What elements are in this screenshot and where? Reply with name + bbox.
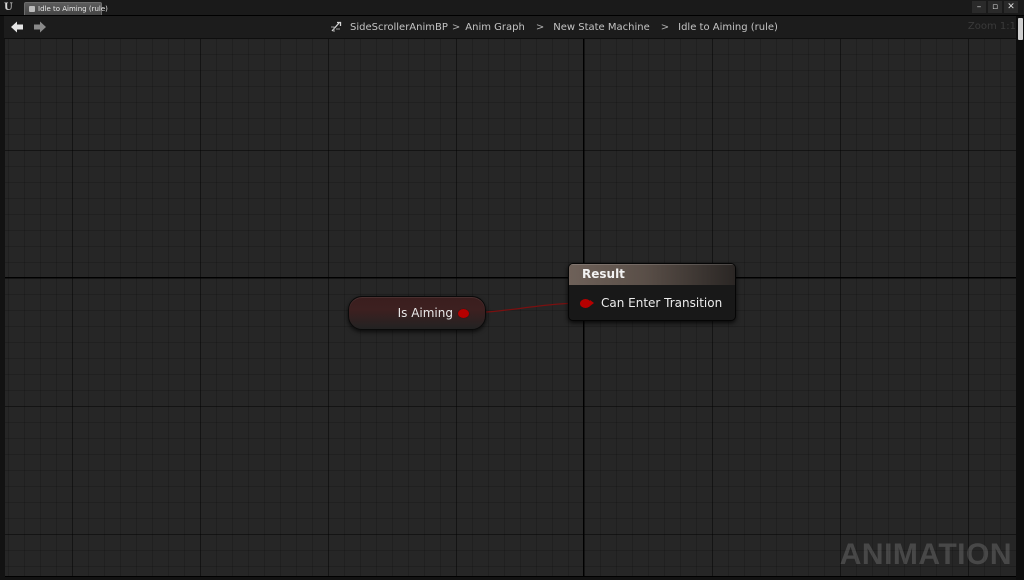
maximize-button[interactable]: ▫: [988, 1, 1002, 13]
graph-navigation-bar: SideScrollerAnimBP > Anim Graph > New St…: [4, 16, 1016, 39]
boolean-output-pin[interactable]: [458, 309, 469, 318]
result-node-header: Result: [569, 264, 735, 285]
breadcrumb-separator: >: [660, 21, 670, 33]
forward-arrow-icon[interactable]: [32, 19, 48, 35]
breadcrumb-item-anim-blueprint[interactable]: SideScrollerAnimBP: [350, 22, 448, 33]
wire-layer: [461, 302, 581, 314]
document-tab[interactable]: Idle to Aiming (rule): [24, 2, 108, 15]
title-bar: U Idle to Aiming (rule) – ▫ ✕: [0, 0, 1024, 16]
animation-blueprint-icon: [331, 21, 342, 32]
breadcrumb: SideScrollerAnimBP > Anim Graph > New St…: [330, 16, 778, 38]
blueprint-editor-window: U Idle to Aiming (rule) – ▫ ✕ SideScroll…: [0, 0, 1024, 580]
graph-tab-icon: [29, 6, 35, 12]
graph-type-watermark: ANIMATION: [839, 538, 1012, 571]
breadcrumb-item-anim-graph[interactable]: Anim Graph: [465, 22, 525, 33]
pin-arrow-icon: [590, 300, 594, 306]
result-node-title: Result: [582, 267, 625, 281]
variable-node-label: Is Aiming: [397, 306, 453, 320]
back-arrow-icon[interactable]: [9, 19, 25, 35]
unreal-logo-icon: U: [4, 2, 13, 13]
result-node[interactable]: Result Can Enter Transition: [568, 263, 736, 321]
is-aiming-variable-node[interactable]: Is Aiming: [348, 296, 486, 330]
document-tab-label: Idle to Aiming (rule): [38, 5, 108, 13]
window-controls: – ▫ ✕: [972, 1, 1018, 14]
breadcrumb-item-state-machine[interactable]: New State Machine: [553, 22, 650, 33]
vertical-scrollbar-track[interactable]: [1016, 16, 1024, 580]
minimize-button[interactable]: –: [972, 1, 986, 13]
close-button[interactable]: ✕: [1004, 1, 1018, 13]
breadcrumb-separator: >: [535, 21, 545, 33]
graph-canvas[interactable]: Is Aiming Result Can Enter Transition AN…: [5, 39, 1016, 577]
can-enter-transition-label: Can Enter Transition: [601, 296, 723, 310]
breadcrumb-item-transition-rule[interactable]: Idle to Aiming (rule): [678, 22, 778, 33]
zoom-level-label: Zoom 1:1: [967, 21, 1016, 32]
graph-origin-horizontal-line: [5, 277, 1016, 278]
scrollbar-thumb[interactable]: [1018, 18, 1023, 40]
breadcrumb-separator: >: [451, 21, 461, 33]
